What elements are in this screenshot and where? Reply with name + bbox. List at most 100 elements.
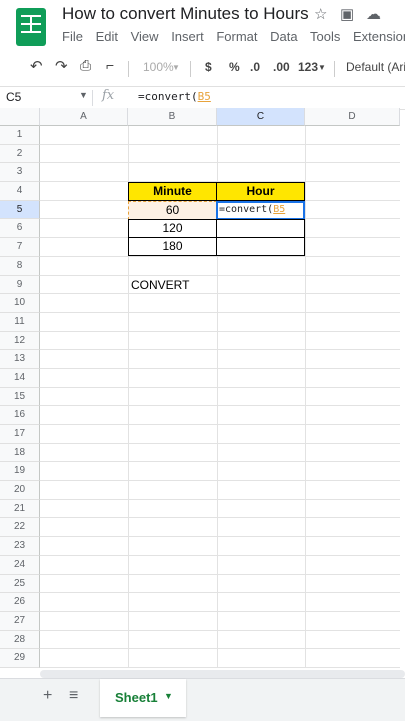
- add-sheet-button[interactable]: +: [43, 687, 52, 705]
- row-header-11[interactable]: 11: [0, 312, 40, 332]
- grid-row: [40, 575, 400, 594]
- redo-icon[interactable]: ↷: [55, 57, 68, 75]
- print-icon[interactable]: ⎙: [80, 57, 91, 74]
- gridline: [305, 126, 306, 668]
- menu-edit[interactable]: Edit: [96, 29, 118, 44]
- minute-cell-b7[interactable]: 180: [128, 237, 217, 256]
- editing-prefix: =convert(: [219, 204, 274, 215]
- row-header-27[interactable]: 27: [0, 611, 40, 631]
- row-header-10[interactable]: 10: [0, 294, 40, 313]
- currency-format-button[interactable]: $: [205, 60, 212, 74]
- formula-bar: C5 ▼ fx =convert(B5: [0, 86, 405, 110]
- grid-row: [40, 612, 400, 631]
- row-header-24[interactable]: 24: [0, 555, 40, 575]
- menu-file[interactable]: File: [62, 29, 83, 44]
- hour-cell-c7[interactable]: [216, 237, 305, 256]
- horizontal-scrollbar[interactable]: [40, 670, 405, 678]
- grid-row: [40, 425, 400, 444]
- row-header-17[interactable]: 17: [0, 425, 40, 444]
- star-icon[interactable]: ☆: [314, 5, 327, 23]
- formula-reference: B5: [197, 90, 211, 103]
- sheet-tab-bar: + ≡ Sheet1 ▼: [0, 678, 405, 721]
- formula-input[interactable]: =convert(B5: [138, 90, 211, 103]
- grid-row: [40, 462, 400, 482]
- title-bar: How to convert Minutes to Hours ☆ ▣ ☁ Fi…: [0, 0, 405, 52]
- undo-icon[interactable]: ↶: [30, 57, 43, 75]
- row-header-26[interactable]: 26: [0, 593, 40, 612]
- sheet-tab-menu-icon[interactable]: ▼: [164, 691, 173, 701]
- grid-row: [40, 631, 400, 650]
- sheet-tab-label: Sheet1: [115, 690, 158, 705]
- row-header-28[interactable]: 28: [0, 630, 40, 650]
- percent-format-button[interactable]: %: [229, 60, 240, 74]
- row-header-15[interactable]: 15: [0, 387, 40, 407]
- row-header-23[interactable]: 23: [0, 537, 40, 556]
- convert-label-cell[interactable]: CONVERT: [131, 277, 217, 295]
- all-sheets-list-icon[interactable]: ≡: [69, 687, 78, 705]
- column-header-a[interactable]: A: [40, 108, 128, 126]
- minute-cell-b6[interactable]: 120: [128, 219, 217, 238]
- select-all-corner[interactable]: [0, 108, 40, 126]
- row-header-8[interactable]: 8: [0, 256, 40, 276]
- editing-cell-c5[interactable]: =convert(B5: [216, 201, 305, 220]
- minute-cell-b5[interactable]: 60: [128, 201, 217, 220]
- more-formats-button[interactable]: 123: [298, 60, 318, 74]
- row-header-18[interactable]: 18: [0, 443, 40, 463]
- increase-decimal-button[interactable]: .00: [273, 60, 290, 74]
- row-header-7[interactable]: 7: [0, 238, 40, 257]
- column-header-b[interactable]: B: [128, 108, 217, 126]
- row-header-13[interactable]: 13: [0, 350, 40, 369]
- row-header-29[interactable]: 29: [0, 649, 40, 668]
- sheet-tab-sheet1[interactable]: Sheet1 ▼: [100, 679, 186, 717]
- grid-row: [40, 276, 400, 295]
- grid-row: [40, 257, 400, 276]
- row-header-25[interactable]: 25: [0, 574, 40, 594]
- zoom-select[interactable]: 100%: [143, 60, 174, 74]
- cloud-status-icon[interactable]: ☁: [366, 5, 381, 23]
- menu-insert[interactable]: Insert: [171, 29, 204, 44]
- row-header-19[interactable]: 19: [0, 462, 40, 482]
- menu-format[interactable]: Format: [216, 29, 257, 44]
- column-header-c[interactable]: C: [217, 108, 305, 126]
- grid-row: [40, 406, 400, 426]
- hour-header-cell[interactable]: Hour: [216, 182, 305, 201]
- grid-row: [40, 537, 400, 556]
- row-header-4[interactable]: 4: [0, 182, 40, 201]
- row-header-20[interactable]: 20: [0, 481, 40, 500]
- row-header-2[interactable]: 2: [0, 144, 40, 164]
- name-box[interactable]: C5: [6, 90, 21, 104]
- more-formats-chevron-icon[interactable]: ▼: [318, 63, 326, 72]
- grid-row: [40, 369, 400, 388]
- row-header-6[interactable]: 6: [0, 219, 40, 239]
- grid-row: [40, 163, 400, 183]
- sheets-logo-icon[interactable]: [16, 8, 46, 46]
- hour-cell-c6[interactable]: [216, 219, 305, 238]
- grid-row: [40, 649, 400, 668]
- zoom-chevron-icon[interactable]: ▼: [172, 63, 180, 72]
- row-header-9[interactable]: 9: [0, 275, 40, 295]
- row-header-16[interactable]: 16: [0, 406, 40, 426]
- row-header-21[interactable]: 21: [0, 499, 40, 519]
- column-header-d[interactable]: D: [305, 108, 400, 126]
- row-header-3[interactable]: 3: [0, 163, 40, 183]
- row-header-22[interactable]: 22: [0, 518, 40, 538]
- menu-tools[interactable]: Tools: [310, 29, 340, 44]
- row-header-5[interactable]: 5: [0, 200, 40, 220]
- row-header-1[interactable]: 1: [0, 126, 40, 145]
- move-folder-icon[interactable]: ▣: [340, 5, 354, 23]
- menu-extensions[interactable]: Extensions: [353, 29, 405, 44]
- name-box-chevron-icon[interactable]: ▼: [79, 90, 88, 100]
- decrease-decimal-button[interactable]: .0: [250, 60, 260, 74]
- minute-header-cell[interactable]: Minute: [128, 182, 217, 201]
- font-family-select[interactable]: Default (Ari...: [346, 60, 405, 74]
- menu-view[interactable]: View: [131, 29, 159, 44]
- document-title[interactable]: How to convert Minutes to Hours: [62, 4, 309, 24]
- paint-format-icon[interactable]: ⌐: [106, 57, 114, 73]
- menu-data[interactable]: Data: [270, 29, 297, 44]
- grid-row: [40, 444, 400, 463]
- grid-row: [40, 332, 400, 351]
- grid-row: [40, 500, 400, 519]
- row-header-14[interactable]: 14: [0, 368, 40, 388]
- grid-row: [40, 313, 400, 332]
- row-header-12[interactable]: 12: [0, 331, 40, 351]
